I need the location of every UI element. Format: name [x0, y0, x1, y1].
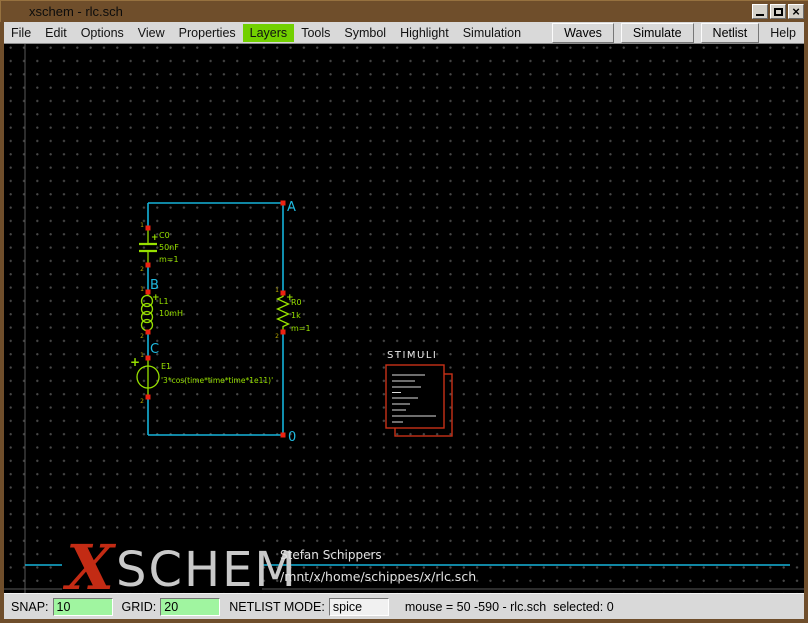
cap-pin-top	[146, 226, 151, 231]
ind-pin-bottom	[146, 330, 151, 335]
capacitor-c0[interactable]: 1 2 + C0 50nF m=1	[139, 222, 179, 273]
node-label-ground[interactable]: 0	[288, 430, 296, 445]
simulate-button[interactable]: Simulate	[621, 23, 694, 43]
menubar: File Edit Options View Properties Layers…	[4, 22, 804, 44]
maximize-button[interactable]	[770, 4, 786, 19]
xschem-logo-x: X	[62, 531, 117, 593]
snap-input[interactable]	[53, 598, 113, 616]
statusbar: SNAP: GRID: NETLIST MODE: mouse = 50 -59…	[4, 593, 804, 619]
grid-label: GRID:	[122, 600, 157, 614]
xschem-window: { "window": { "title": "xschem - rlc.sch…	[0, 0, 808, 623]
maximize-icon	[774, 8, 783, 16]
menu-view[interactable]: View	[131, 24, 172, 42]
cap-plus-mark: +	[151, 233, 159, 243]
menu-properties[interactable]: Properties	[172, 24, 243, 42]
node-label-b[interactable]: B	[150, 278, 159, 293]
res-pin-bottom	[281, 330, 286, 335]
cap-name-label: C0	[159, 231, 170, 240]
stimuli-front-sheet	[386, 365, 444, 428]
src-pinnum-1: 1	[140, 352, 144, 359]
node-label-a[interactable]: A	[287, 200, 296, 215]
menu-simulation[interactable]: Simulation	[456, 24, 528, 42]
menu-options[interactable]: Options	[74, 24, 131, 42]
node-a-pin	[281, 201, 286, 206]
cap-pin-bottom	[146, 263, 151, 268]
res-pinnum-1: 1	[275, 287, 279, 294]
res-value-label: 1k	[291, 311, 301, 320]
minimize-button[interactable]	[752, 4, 768, 19]
minimize-icon	[756, 8, 764, 16]
title-block[interactable]: X SCHEM Stefan Schippers /mnt/x/home/sch…	[25, 531, 790, 593]
title-block-path: /mnt/x/home/schippes/x/rlc.sch	[280, 569, 476, 584]
cap-pinnum-1: 1	[140, 222, 144, 229]
grid-input[interactable]	[160, 598, 220, 616]
menu-edit[interactable]: Edit	[38, 24, 74, 42]
node-ground-pin	[281, 433, 286, 438]
vsource-e1[interactable]: 1 2 + E1 '3*cos(time*time*time*1e11)'	[130, 352, 273, 405]
src-pin-top	[146, 356, 151, 361]
menubar-actions: Waves Simulate Netlist Help	[552, 23, 804, 43]
src-name-label: E1	[161, 362, 171, 371]
res-pinnum-2: 2	[275, 333, 279, 340]
title-block-author: Stefan Schippers	[280, 548, 382, 562]
waves-button[interactable]: Waves	[552, 23, 614, 43]
netlist-mode-label: NETLIST MODE:	[229, 600, 325, 614]
ind-pinnum-1: 1	[140, 286, 144, 293]
ind-value-label: 10mH	[159, 309, 183, 318]
xschem-logo-name: SCHEM	[116, 542, 298, 593]
ind-pinnum-2: 2	[140, 333, 144, 340]
schematic-svg: 1 2 + C0 50nF m=1 B 1 2 + L1 10mH C	[4, 44, 804, 593]
stimuli-label: STIMULI	[387, 350, 437, 361]
menu-file[interactable]: File	[4, 24, 38, 42]
menu-help[interactable]: Help	[766, 24, 804, 42]
src-pinnum-2: 2	[140, 398, 144, 405]
window-titlebar[interactable]: xschem - rlc.sch ×	[0, 0, 808, 22]
stimuli-block[interactable]: STIMULI	[386, 350, 452, 436]
menu-symbol[interactable]: Symbol	[337, 24, 393, 42]
cap-mult-label: m=1	[159, 255, 179, 264]
snap-label: SNAP:	[11, 600, 49, 614]
inductor-l1[interactable]: 1 2 + L1 10mH	[140, 286, 183, 340]
netlist-mode-input[interactable]	[329, 598, 389, 616]
mouse-status-text: mouse = 50 -590 - rlc.sch selected: 0	[405, 600, 614, 614]
ind-pin-top	[146, 290, 151, 295]
menu-tools[interactable]: Tools	[294, 24, 337, 42]
schematic-canvas[interactable]: 1 2 + C0 50nF m=1 B 1 2 + L1 10mH C	[4, 44, 804, 593]
window-title: xschem - rlc.sch	[29, 4, 123, 19]
window-controls: ×	[752, 4, 804, 19]
src-pin-bottom	[146, 395, 151, 400]
close-button[interactable]: ×	[788, 4, 804, 19]
src-plus-mark: +	[130, 355, 140, 369]
netlist-button[interactable]: Netlist	[701, 23, 760, 43]
close-icon: ×	[792, 7, 800, 17]
node-label-c[interactable]: C	[150, 342, 159, 357]
menu-highlight[interactable]: Highlight	[393, 24, 456, 42]
cap-pinnum-2: 2	[140, 266, 144, 273]
src-value-label: '3*cos(time*time*time*1e11)'	[161, 376, 273, 385]
cap-value-label: 50nF	[159, 243, 179, 252]
res-mult-label: m=1	[291, 324, 311, 333]
menu-layers[interactable]: Layers	[243, 24, 295, 42]
res-name-label: R0	[291, 298, 302, 307]
res-pin-top	[281, 291, 286, 296]
resistor-r0[interactable]: 1 2 + R0 1k m=1	[275, 287, 310, 340]
ind-name-label: L1	[159, 297, 169, 306]
